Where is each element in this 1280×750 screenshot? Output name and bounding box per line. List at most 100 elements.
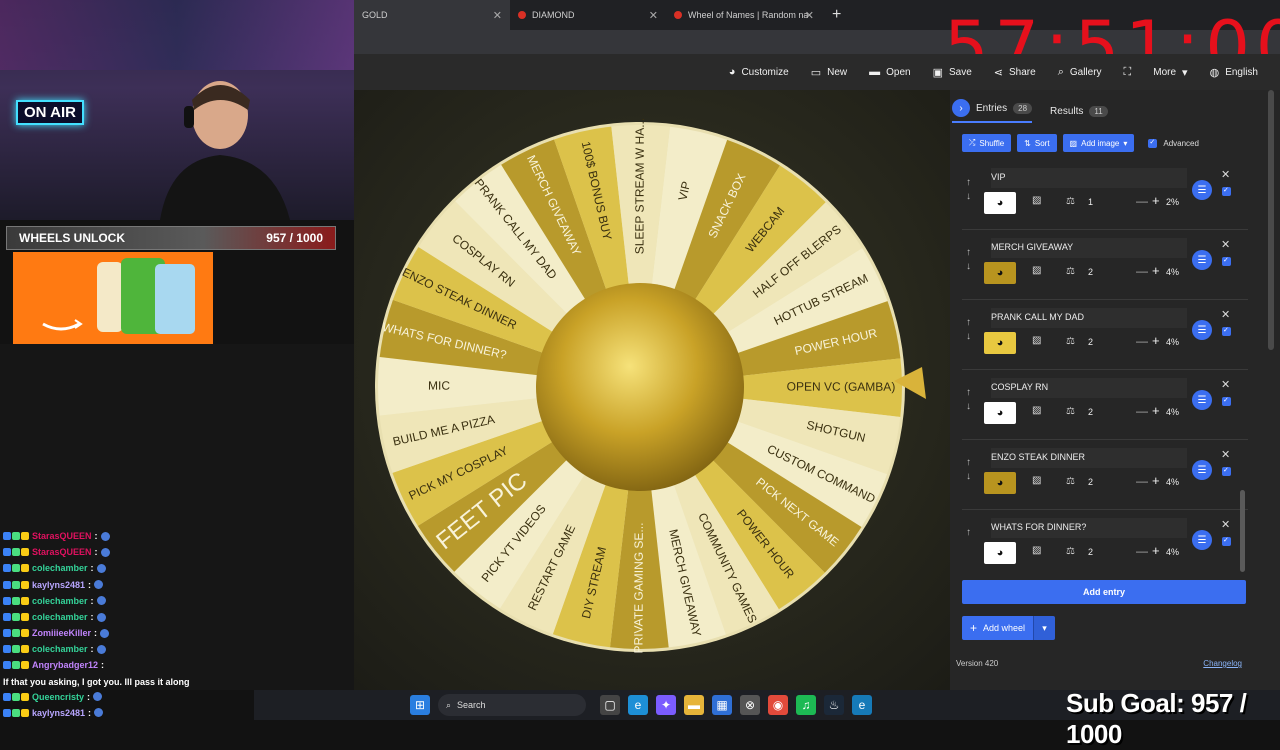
- entry-color-swatch[interactable]: ◕: [984, 262, 1016, 284]
- spotify-icon[interactable]: ♫: [796, 695, 816, 715]
- tune-icon[interactable]: ☰: [1192, 460, 1212, 480]
- decrement-button[interactable]: —: [1136, 334, 1148, 348]
- delete-entry-icon[interactable]: ✕: [1221, 378, 1230, 391]
- tune-icon[interactable]: ☰: [1192, 250, 1212, 270]
- image-icon[interactable]: ▨: [1032, 335, 1041, 346]
- image-icon[interactable]: ▨: [1032, 265, 1041, 276]
- fullscreen-button[interactable]: ⛶: [1124, 66, 1132, 79]
- entry-name-input[interactable]: WHATS FOR DINNER?: [991, 518, 1187, 538]
- browser-tab-gold[interactable]: GOLD ✕: [354, 0, 510, 30]
- arrow-up-icon[interactable]: ↑: [966, 246, 971, 260]
- entry-weight-value[interactable]: 2: [1088, 407, 1093, 417]
- chevron-right-icon[interactable]: ›: [952, 99, 970, 117]
- tune-icon[interactable]: ☰: [1192, 390, 1212, 410]
- new-tab-icon[interactable]: +: [832, 6, 841, 24]
- entry-weight-value[interactable]: 1: [1088, 197, 1093, 207]
- image-icon[interactable]: ▨: [1032, 405, 1041, 416]
- arrow-up-icon[interactable]: ↑: [966, 386, 971, 400]
- more-button[interactable]: More ▾: [1153, 66, 1187, 79]
- add-wheel-dropdown[interactable]: ▾: [1033, 616, 1056, 640]
- add-wheel-button[interactable]: + Add wheel ▾: [962, 616, 1056, 640]
- reorder-arrows[interactable]: ↑ ↓: [966, 246, 971, 274]
- open-button[interactable]: ▬ Open: [869, 66, 910, 78]
- entry-name-input[interactable]: MERCH GIVEAWAY: [991, 238, 1187, 258]
- xbox-icon[interactable]: ⊗: [740, 695, 760, 715]
- arrow-down-icon[interactable]: ↓: [966, 330, 971, 344]
- arrow-down-icon[interactable]: ↓: [966, 400, 971, 414]
- taskbar-search[interactable]: ⌕ Search: [438, 694, 586, 716]
- sort-button[interactable]: ⇅ Sort: [1017, 134, 1057, 152]
- arrow-up-icon[interactable]: ↑: [966, 456, 971, 470]
- edge-active-icon[interactable]: e: [852, 695, 872, 715]
- tune-icon[interactable]: ☰: [1192, 530, 1212, 550]
- edge-icon[interactable]: e: [628, 695, 648, 715]
- entry-weight-value[interactable]: 2: [1088, 267, 1093, 277]
- delete-entry-icon[interactable]: ✕: [1221, 448, 1230, 461]
- decrement-button[interactable]: —: [1136, 194, 1148, 208]
- chat-username[interactable]: colechamber: [32, 563, 88, 573]
- tune-icon[interactable]: ☰: [1192, 180, 1212, 200]
- increment-button[interactable]: +: [1152, 543, 1160, 558]
- browser-tab-diamond[interactable]: DIAMOND ✕: [510, 0, 666, 30]
- arrow-down-icon[interactable]: ↓: [966, 260, 971, 274]
- chat-username[interactable]: Angrybadger12: [32, 658, 98, 672]
- delete-entry-icon[interactable]: ✕: [1221, 168, 1230, 181]
- increment-button[interactable]: +: [1152, 473, 1160, 488]
- entry-enabled-checkbox[interactable]: [1222, 536, 1231, 546]
- panel-scrollbar[interactable]: [1268, 90, 1274, 350]
- chrome-icon[interactable]: ◉: [768, 695, 788, 715]
- close-icon[interactable]: ✕: [493, 9, 502, 22]
- image-icon[interactable]: ▨: [1032, 475, 1041, 486]
- chat-username[interactable]: colechamber: [32, 596, 88, 606]
- entry-color-swatch[interactable]: ◕: [984, 542, 1016, 564]
- entry-color-swatch[interactable]: ◕: [984, 192, 1016, 214]
- name-wheel[interactable]: VIP SNACK BOXWEBCAMHALF OFF BLERPSHOTTUB …: [354, 90, 950, 690]
- arrow-up-icon[interactable]: ↑: [966, 316, 971, 330]
- arrow-down-icon[interactable]: ↓: [966, 470, 971, 484]
- decrement-button[interactable]: —: [1136, 264, 1148, 278]
- decrement-button[interactable]: —: [1136, 404, 1148, 418]
- chat-username[interactable]: Queencristy: [32, 692, 84, 702]
- advanced-checkbox[interactable]: [1148, 138, 1158, 148]
- close-icon[interactable]: ✕: [649, 9, 658, 22]
- chat-username[interactable]: colechamber: [32, 644, 88, 654]
- tab-results[interactable]: Results 11: [1050, 105, 1108, 117]
- add-entry-button[interactable]: Add entry: [962, 580, 1246, 604]
- file-explorer-icon[interactable]: ▬: [684, 695, 704, 715]
- chat-username[interactable]: kaylyns2481: [32, 580, 85, 590]
- increment-button[interactable]: +: [1152, 193, 1160, 208]
- entry-enabled-checkbox[interactable]: [1222, 186, 1231, 196]
- image-icon[interactable]: ▨: [1032, 195, 1041, 206]
- add-wheel-main[interactable]: + Add wheel: [962, 616, 1034, 640]
- gallery-button[interactable]: ⌕ Gallery: [1058, 66, 1102, 79]
- browser-tab-wheel-of-names[interactable]: Wheel of Names | Random name ✕: [666, 0, 822, 30]
- reorder-arrows[interactable]: ↑: [966, 526, 971, 540]
- entry-color-swatch[interactable]: ◕: [984, 472, 1016, 494]
- add-image-button[interactable]: ▨ Add image ▾: [1062, 134, 1135, 152]
- tune-icon[interactable]: ☰: [1192, 320, 1212, 340]
- wheel-center-hub[interactable]: [536, 283, 744, 491]
- entry-weight-value[interactable]: 2: [1088, 547, 1093, 557]
- save-button[interactable]: ▣ Save: [933, 66, 972, 79]
- entry-enabled-checkbox[interactable]: [1222, 256, 1231, 266]
- increment-button[interactable]: +: [1152, 263, 1160, 278]
- chat-username[interactable]: ZomiiieeKiller: [32, 628, 91, 638]
- chat-username[interactable]: StarasQUEEN: [32, 531, 92, 541]
- decrement-button[interactable]: —: [1136, 544, 1148, 558]
- language-button[interactable]: ◍ English: [1210, 66, 1258, 79]
- arrow-down-icon[interactable]: ↓: [966, 190, 971, 204]
- entry-color-swatch[interactable]: ◕: [984, 402, 1016, 424]
- entry-name-input[interactable]: PRANK CALL MY DAD: [991, 308, 1187, 328]
- customize-button[interactable]: ◕ Customize: [729, 66, 789, 78]
- entry-color-swatch[interactable]: ◕: [984, 332, 1016, 354]
- windows-start-icon[interactable]: ⊞: [410, 695, 430, 715]
- tab-entries[interactable]: › Entries 28: [952, 99, 1033, 123]
- reorder-arrows[interactable]: ↑ ↓: [966, 176, 971, 204]
- arrow-up-icon[interactable]: ↑: [966, 526, 971, 540]
- copilot-icon[interactable]: ✦: [656, 695, 676, 715]
- entry-enabled-checkbox[interactable]: [1222, 326, 1231, 336]
- entry-name-input[interactable]: VIP: [991, 168, 1187, 188]
- entry-enabled-checkbox[interactable]: [1222, 396, 1231, 406]
- entries-scrollbar[interactable]: [1240, 490, 1245, 572]
- store-icon[interactable]: ▦: [712, 695, 732, 715]
